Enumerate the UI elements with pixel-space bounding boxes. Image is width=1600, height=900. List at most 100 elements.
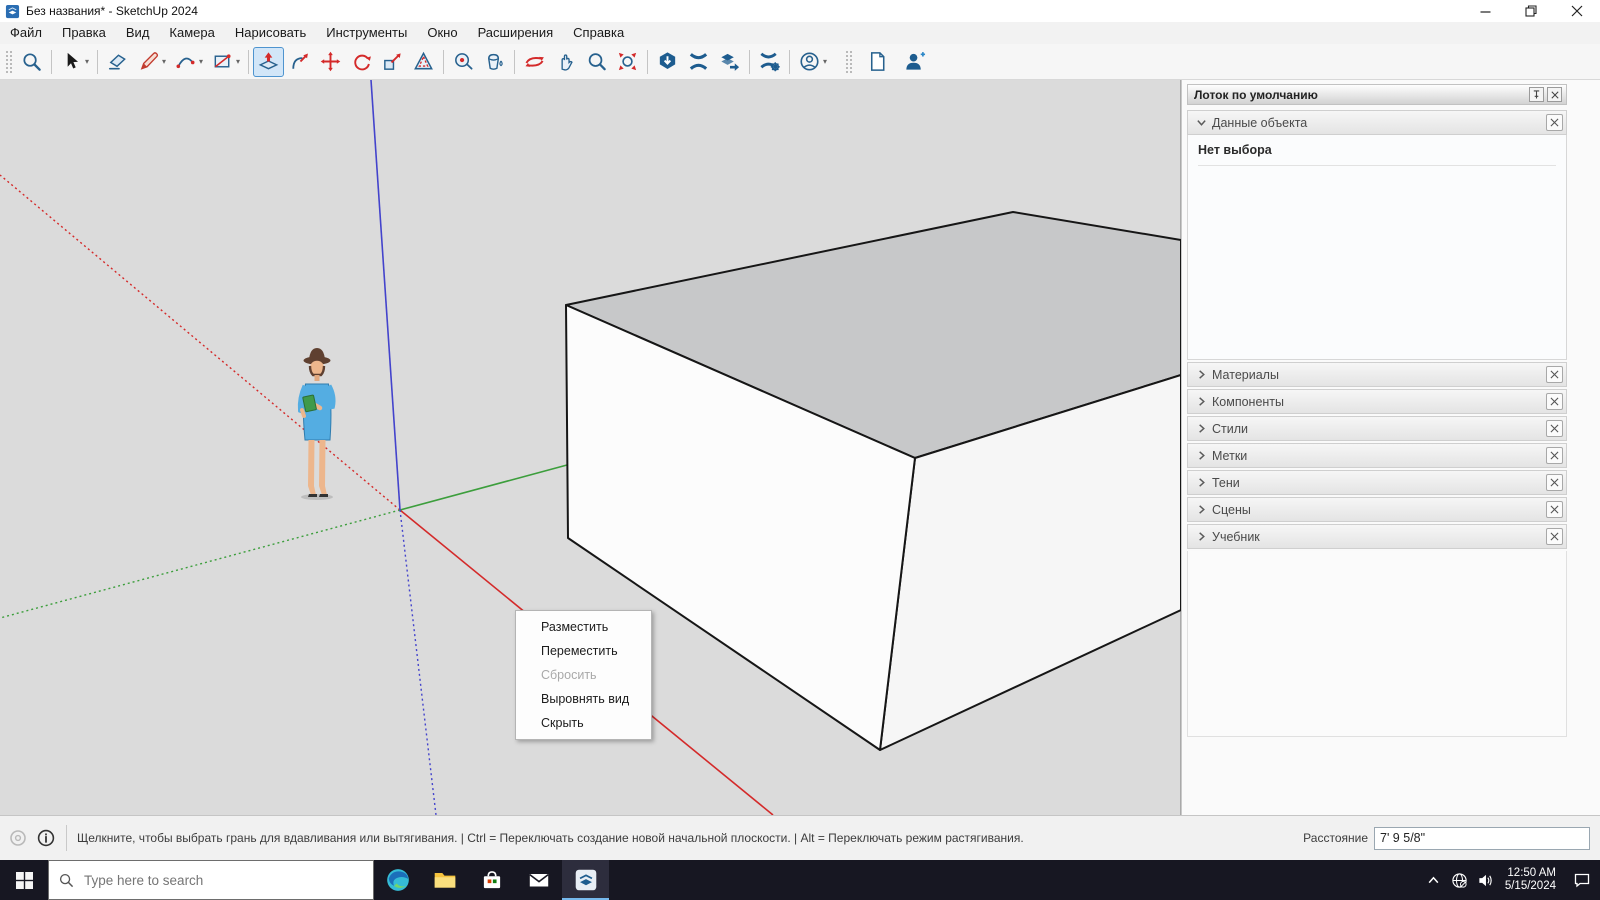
section-close-button[interactable] — [1546, 474, 1563, 491]
taskbar-app-sketchup[interactable] — [562, 860, 609, 900]
toolbar-grip-2[interactable] — [845, 50, 853, 74]
3d-warehouse-icon — [656, 50, 679, 73]
arc-tool-button[interactable] — [170, 47, 201, 77]
tray-section-instructor[interactable]: Учебник — [1187, 524, 1567, 549]
box-geometry[interactable] — [566, 212, 1181, 750]
scale-tool-button[interactable] — [377, 47, 408, 77]
sketchup-logo-icon — [5, 4, 20, 19]
tray-empty-area — [1187, 551, 1567, 737]
section-close-button[interactable] — [1546, 366, 1563, 383]
menu-draw[interactable]: Нарисовать — [225, 22, 316, 44]
person-figure[interactable] — [287, 346, 359, 518]
extension-manager-icon — [758, 50, 781, 73]
taskbar-search-input[interactable] — [84, 873, 363, 888]
menu-help[interactable]: Справка — [563, 22, 634, 44]
restore-button[interactable] — [1508, 0, 1554, 22]
warehouse-button[interactable] — [652, 47, 683, 77]
share-component-button[interactable] — [714, 47, 745, 77]
tray-section-materials[interactable]: Материалы — [1187, 362, 1567, 387]
section-close-button[interactable] — [1546, 393, 1563, 410]
section-close-button[interactable] — [1546, 420, 1563, 437]
share-model-button[interactable] — [683, 47, 714, 77]
tray-close-button[interactable] — [1547, 87, 1562, 102]
freehand-tool-button[interactable] — [133, 47, 164, 77]
taskbar-app-mail[interactable] — [515, 860, 562, 900]
section-close-button[interactable] — [1546, 114, 1563, 131]
systray-chevron-button[interactable] — [1421, 874, 1447, 887]
menu-tools[interactable]: Инструменты — [316, 22, 417, 44]
volume-button[interactable] — [1473, 872, 1499, 889]
viewport-canvas[interactable]: Разместить Переместить Сбросить Выровнят… — [0, 80, 1181, 815]
measurement-input[interactable] — [1374, 827, 1590, 850]
rectangle-tool-button[interactable] — [207, 47, 238, 77]
menu-window[interactable]: Окно — [417, 22, 467, 44]
taskbar-app-store[interactable] — [468, 860, 515, 900]
toolbar-grip[interactable] — [5, 50, 13, 74]
context-item-hide[interactable]: Скрыть — [516, 711, 651, 735]
chevron-down-icon — [1196, 117, 1212, 128]
pushpull-tool-button[interactable] — [253, 47, 284, 77]
chevron-right-icon — [1196, 477, 1212, 488]
sketchup-app-icon — [573, 867, 599, 893]
context-item-place[interactable]: Разместить — [516, 615, 651, 639]
taskbar-search[interactable] — [48, 860, 374, 900]
close-icon — [1550, 532, 1559, 541]
context-item-move[interactable]: Переместить — [516, 639, 651, 663]
paint-bucket-icon — [483, 50, 506, 73]
search-button[interactable] — [16, 47, 47, 77]
geolocation-button[interactable] — [8, 828, 28, 848]
menu-extensions[interactable]: Расширения — [468, 22, 564, 44]
start-button[interactable] — [0, 860, 48, 900]
taskbar-app-file-explorer[interactable] — [421, 860, 468, 900]
restore-icon — [1525, 5, 1537, 17]
network-button[interactable] — [1447, 872, 1473, 889]
context-item-align-view[interactable]: Выровнять вид — [516, 687, 651, 711]
orbit-tool-button[interactable] — [519, 47, 550, 77]
move-tool-button[interactable] — [315, 47, 346, 77]
taskbar-app-edge[interactable] — [374, 860, 421, 900]
account-icon — [798, 50, 821, 73]
select-tool-button[interactable] — [56, 47, 87, 77]
close-button[interactable] — [1554, 0, 1600, 22]
zoom-tool-button[interactable] — [581, 47, 612, 77]
extension-manager-button[interactable] — [754, 47, 785, 77]
file-explorer-icon — [432, 867, 458, 893]
pan-tool-button[interactable] — [550, 47, 581, 77]
new-document-button[interactable] — [862, 47, 893, 77]
eraser-icon — [106, 50, 129, 73]
tray-section-scenes[interactable]: Сцены — [1187, 497, 1567, 522]
taskbar-clock[interactable]: 12:50 AM 5/15/2024 — [1499, 867, 1564, 893]
minimize-button[interactable] — [1462, 0, 1508, 22]
offset-tool-button[interactable] — [408, 47, 439, 77]
sign-in-button[interactable] — [794, 47, 825, 77]
tray-section-styles[interactable]: Стили — [1187, 416, 1567, 441]
rotate-tool-button[interactable] — [346, 47, 377, 77]
tape-measure-tool-button[interactable] — [448, 47, 479, 77]
section-close-button[interactable] — [1546, 447, 1563, 464]
menu-file[interactable]: Файл — [0, 22, 52, 44]
tray-section-tags[interactable]: Метки — [1187, 443, 1567, 468]
paint-bucket-tool-button[interactable] — [479, 47, 510, 77]
menu-edit[interactable]: Правка — [52, 22, 116, 44]
tray-section-shadows[interactable]: Тени — [1187, 470, 1567, 495]
info-icon — [37, 829, 55, 847]
tray-section-components[interactable]: Компоненты — [1187, 389, 1567, 414]
section-close-button[interactable] — [1546, 528, 1563, 545]
windows-logo-icon — [16, 872, 33, 889]
action-center-button[interactable] — [1564, 871, 1600, 889]
section-close-button[interactable] — [1546, 501, 1563, 518]
tray-pin-button[interactable] — [1529, 87, 1544, 102]
eraser-tool-button[interactable] — [102, 47, 133, 77]
tray-title-bar[interactable]: Лоток по умолчанию — [1187, 84, 1567, 105]
pushpull-icon — [257, 50, 280, 73]
status-message: Щелкните, чтобы выбрать грань для вдавли… — [77, 831, 1303, 845]
info-button[interactable] — [36, 828, 56, 848]
speaker-icon — [1477, 872, 1494, 889]
followme-tool-button[interactable] — [284, 47, 315, 77]
zoom-extents-button[interactable] — [612, 47, 643, 77]
add-person-button[interactable] — [899, 47, 930, 77]
tray-section-object-data[interactable]: Данные объекта — [1187, 110, 1567, 135]
menu-view[interactable]: Вид — [116, 22, 160, 44]
chevron-right-icon — [1196, 504, 1212, 515]
menu-camera[interactable]: Камера — [159, 22, 224, 44]
